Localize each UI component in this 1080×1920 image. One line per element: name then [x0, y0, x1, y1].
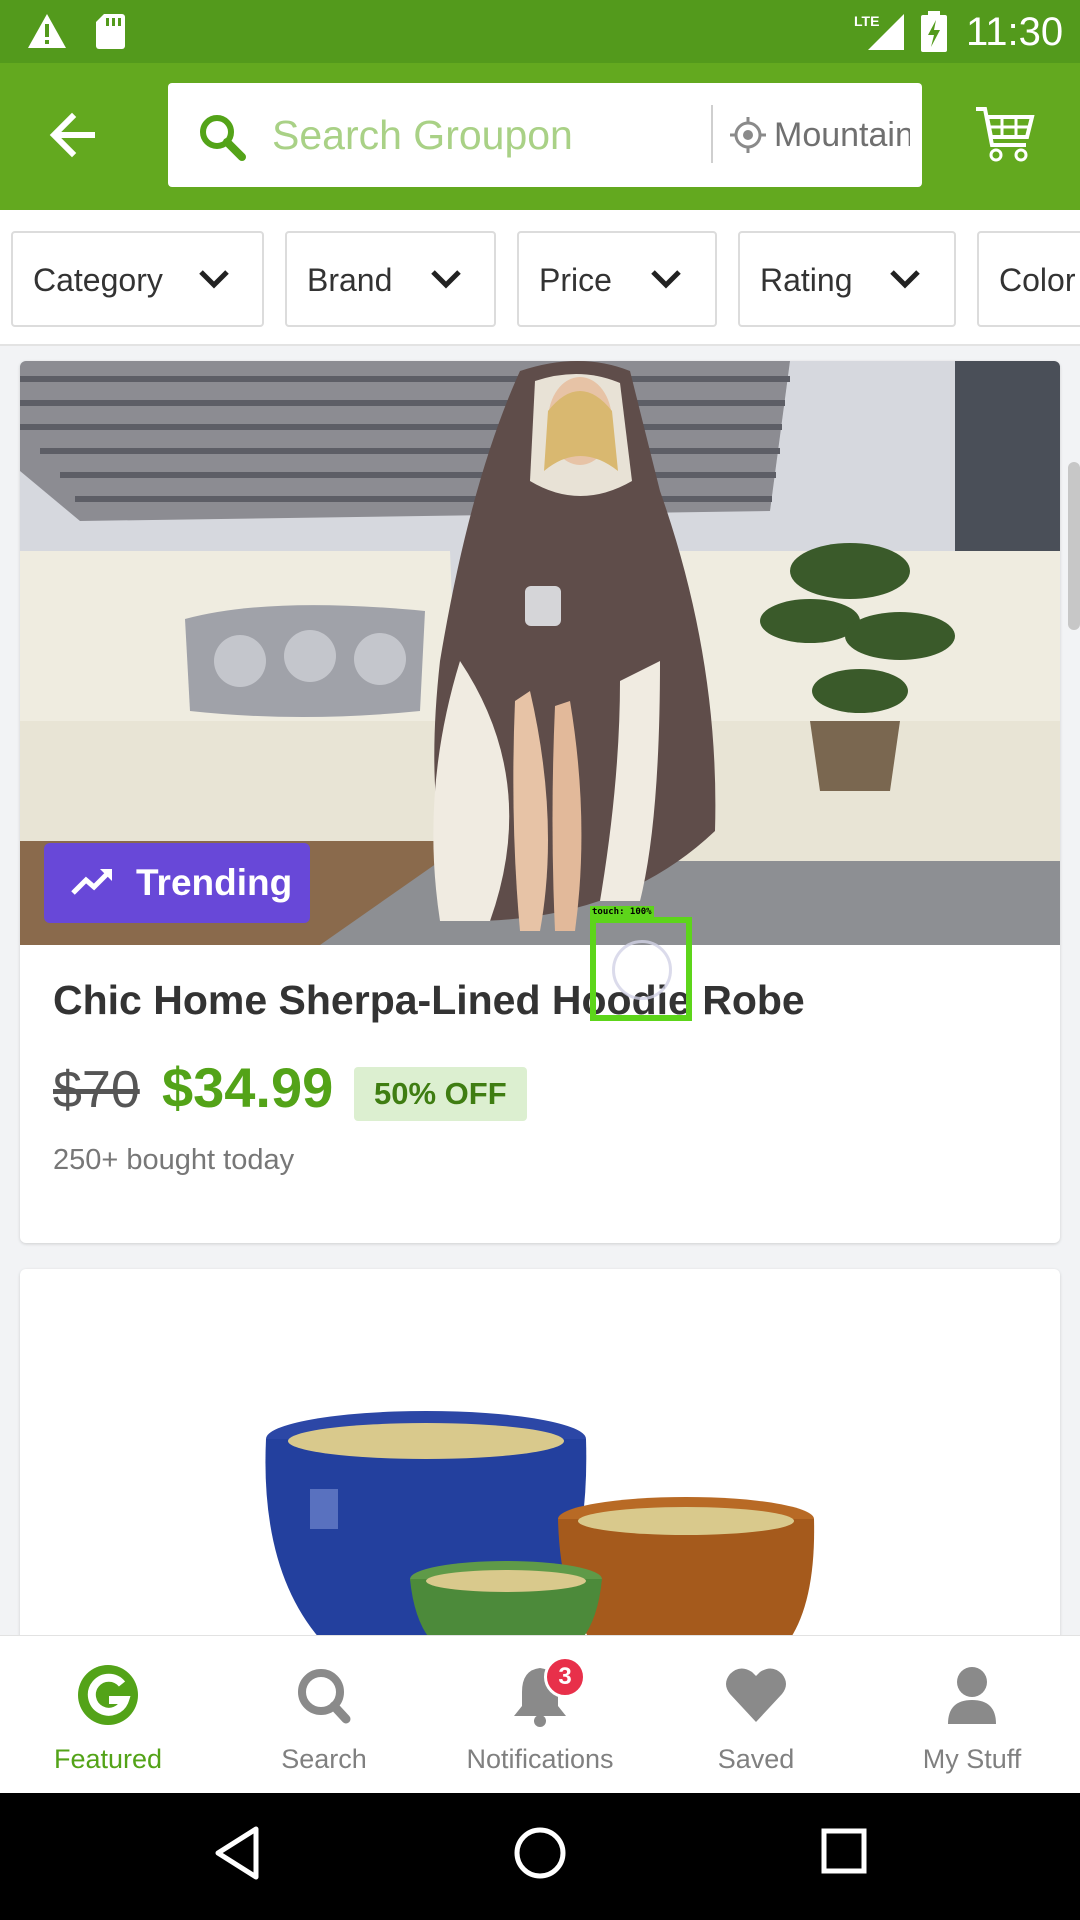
chevron-down-icon — [199, 270, 229, 289]
filter-bar: Category Brand Price Rating Color — [0, 210, 1080, 346]
nav-notifications[interactable]: Notifications — [432, 1636, 648, 1794]
location-selector[interactable]: Mountain View — [774, 113, 910, 157]
filter-label: Price — [539, 262, 612, 298]
search-divider — [711, 105, 713, 163]
nav-label: Search — [281, 1744, 367, 1774]
app-header: Search Groupon Mountain View — [0, 63, 1080, 210]
filter-brand[interactable]: Brand — [285, 231, 496, 327]
location-target-icon — [730, 117, 766, 153]
trending-up-icon — [71, 869, 112, 895]
arrow-left-icon — [49, 112, 95, 158]
bought-count: 250+ bought today — [53, 1144, 295, 1176]
nav-label: Saved — [717, 1744, 795, 1774]
chevron-down-icon — [890, 270, 920, 289]
battery-charging-icon — [921, 11, 947, 52]
network-label: LTE — [854, 13, 879, 29]
trending-label: Trending — [136, 862, 293, 903]
deal-card[interactable]: Trending Chic Home Sherpa-Lined Hoodie R… — [20, 361, 1060, 1243]
nav-label: Featured — [53, 1744, 163, 1774]
notification-count-badge: 3 — [544, 1656, 586, 1698]
search-bar[interactable]: Search Groupon Mountain View — [168, 83, 922, 187]
filter-rating[interactable]: Rating — [738, 231, 956, 327]
nav-featured[interactable]: Featured — [0, 1636, 216, 1794]
original-price: $70 — [53, 1061, 140, 1119]
search-input[interactable]: Search Groupon — [272, 109, 573, 161]
chevron-down-icon — [431, 270, 461, 289]
nav-label: Notifications — [466, 1744, 614, 1774]
warning-icon — [28, 14, 66, 48]
signal-icon: LTE — [852, 12, 906, 57]
home-circle-icon[interactable] — [512, 1825, 568, 1881]
groupon-g-icon — [78, 1665, 138, 1725]
clock: 11:30 — [966, 10, 1064, 54]
nav-label: My Stuff — [922, 1744, 1022, 1774]
nav-saved[interactable]: Saved — [648, 1636, 864, 1794]
sd-card-icon — [96, 14, 125, 49]
search-icon — [200, 115, 246, 161]
trending-badge: Trending — [44, 843, 310, 923]
app-screen: LTE 11:30 Search Groupon Mountain Catego… — [0, 0, 1080, 1920]
search-icon — [298, 1669, 351, 1724]
back-triangle-icon[interactable] — [212, 1823, 262, 1883]
discount-badge: 50% OFF — [354, 1067, 527, 1121]
filter-label: Color — [999, 262, 1076, 298]
planters-photo — [265, 1411, 815, 1639]
nav-my-stuff[interactable]: My Stuff — [864, 1636, 1080, 1794]
heart-icon — [726, 1668, 786, 1722]
status-bar: LTE 11:30 — [0, 0, 1080, 63]
deal-price: $34.99 — [162, 1056, 334, 1119]
filter-category[interactable]: Category — [11, 231, 264, 327]
scrollbar[interactable] — [1068, 462, 1080, 630]
touch-ripple — [612, 940, 672, 1000]
filter-price[interactable]: Price — [517, 231, 717, 327]
chevron-down-icon — [651, 270, 681, 289]
back-button[interactable] — [46, 107, 102, 163]
nav-search[interactable]: Search — [216, 1636, 432, 1794]
filter-color[interactable]: Color — [977, 231, 1080, 327]
cart-icon — [976, 107, 1035, 162]
system-navigation-bar — [0, 1793, 1080, 1920]
bottom-navigation: Featured Search Notifications Saved My S… — [0, 1635, 1080, 1793]
recents-square-icon[interactable] — [820, 1827, 868, 1875]
person-icon — [948, 1667, 996, 1724]
filter-label: Category — [33, 262, 163, 298]
filter-label: Rating — [760, 262, 853, 298]
cart-button[interactable] — [974, 105, 1036, 168]
filter-label: Brand — [307, 262, 393, 298]
